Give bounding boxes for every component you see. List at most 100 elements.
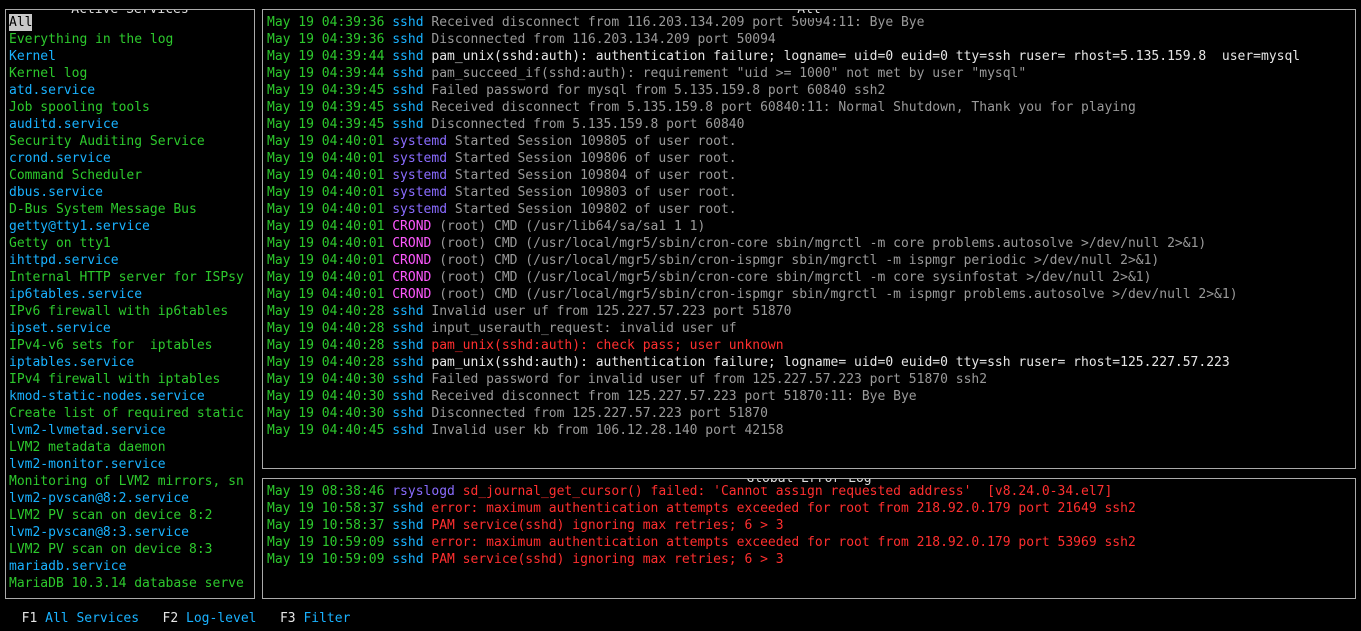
log-unit: systemd — [392, 185, 447, 200]
service-name-selected[interactable]: All — [9, 14, 32, 31]
service-name[interactable]: auditd.service — [9, 117, 119, 132]
log-line: May 19 04:39:44 sshd pam_unix(sshd:auth)… — [267, 48, 1351, 65]
service-item[interactable]: kmod-static-nodes.service — [9, 388, 251, 405]
all-log-panel[interactable]: All May 19 04:39:36 sshd Received discon… — [262, 9, 1356, 469]
service-item[interactable]: getty@tty1.service — [9, 218, 251, 235]
log-unit: sshd — [392, 518, 423, 533]
log-message: error: maximum authentication attempts e… — [431, 501, 1135, 516]
log-line: May 19 04:39:45 sshd Failed password for… — [267, 82, 1351, 99]
service-desc: IPv6 firewall with ip6tables — [9, 303, 251, 320]
service-item[interactable]: lvm2-lvmetad.service — [9, 422, 251, 439]
log-unit: sshd — [392, 552, 423, 567]
log-timestamp: May 19 04:40:28 — [267, 355, 384, 370]
log-line: May 19 04:40:01 CROND (root) CMD (/usr/l… — [267, 269, 1351, 286]
service-item[interactable]: ip6tables.service — [9, 286, 251, 303]
service-desc: LVM2 PV scan on device 8:2 — [9, 507, 251, 524]
log-line: May 19 04:40:01 systemd Started Session … — [267, 133, 1351, 150]
log-unit: CROND — [392, 253, 431, 268]
log-message: (root) CMD (/usr/local/mgr5/sbin/cron-is… — [439, 253, 1159, 268]
service-item[interactable]: lvm2-monitor.service — [9, 456, 251, 473]
log-message: Failed password for mysql from 5.135.159… — [431, 83, 885, 98]
log-unit: sshd — [392, 389, 423, 404]
f3-key: F3 — [280, 611, 296, 626]
log-timestamp: May 19 04:40:01 — [267, 202, 384, 217]
log-message: (root) CMD (/usr/local/mgr5/sbin/cron-co… — [439, 270, 1151, 285]
service-name[interactable]: iptables.service — [9, 355, 134, 370]
log-message: pam_succeed_if(sshd:auth): requirement "… — [431, 66, 1026, 81]
service-desc: IPv4 firewall with iptables — [9, 371, 251, 388]
log-unit: sshd — [392, 32, 423, 47]
log-timestamp: May 19 04:39:44 — [267, 66, 384, 81]
log-line: May 19 04:40:30 sshd Failed password for… — [267, 371, 1351, 388]
log-line: May 19 04:40:01 systemd Started Session … — [267, 201, 1351, 218]
service-item[interactable]: Kernel — [9, 48, 251, 65]
log-line: May 19 04:40:01 systemd Started Session … — [267, 184, 1351, 201]
log-message: error: maximum authentication attempts e… — [431, 535, 1135, 550]
error-log-panel[interactable]: Global Error Log May 19 08:38:46 rsyslog… — [262, 478, 1356, 599]
log-unit: sshd — [392, 66, 423, 81]
service-item[interactable]: iptables.service — [9, 354, 251, 371]
service-desc: LVM2 metadata daemon — [9, 439, 251, 456]
log-unit: CROND — [392, 219, 431, 234]
service-name[interactable]: lvm2-lvmetad.service — [9, 423, 166, 438]
log-timestamp: May 19 04:39:36 — [267, 15, 384, 30]
log-timestamp: May 19 04:40:30 — [267, 406, 384, 421]
log-timestamp: May 19 04:40:01 — [267, 151, 384, 166]
service-name[interactable]: ihttpd.service — [9, 253, 119, 268]
log-unit: systemd — [392, 202, 447, 217]
service-name[interactable]: atd.service — [9, 83, 95, 98]
service-desc: Command Scheduler — [9, 167, 251, 184]
service-name[interactable]: ip6tables.service — [9, 287, 142, 302]
log-unit: sshd — [392, 100, 423, 115]
service-item[interactable]: lvm2-pvscan@8:3.service — [9, 524, 251, 541]
service-name[interactable]: kmod-static-nodes.service — [9, 389, 205, 404]
f1-action[interactable]: All Services — [45, 611, 139, 626]
service-item[interactable]: dbus.service — [9, 184, 251, 201]
service-item[interactable]: lvm2-pvscan@8:2.service — [9, 490, 251, 507]
log-unit: sshd — [392, 117, 423, 132]
service-name[interactable]: lvm2-pvscan@8:3.service — [9, 525, 189, 540]
service-name[interactable]: mariadb.service — [9, 559, 126, 574]
service-desc: D-Bus System Message Bus — [9, 201, 251, 218]
log-timestamp: May 19 04:40:28 — [267, 338, 384, 353]
service-name[interactable]: crond.service — [9, 151, 111, 166]
service-name[interactable]: lvm2-monitor.service — [9, 457, 166, 472]
log-message: Invalid user uf from 125.227.57.223 port… — [431, 304, 791, 319]
log-message: Started Session 109802 of user root. — [455, 202, 737, 217]
log-line: May 19 04:40:28 sshd input_userauth_requ… — [267, 320, 1351, 337]
service-item[interactable]: crond.service — [9, 150, 251, 167]
service-item[interactable]: auditd.service — [9, 116, 251, 133]
log-timestamp: May 19 04:40:30 — [267, 389, 384, 404]
log-timestamp: May 19 10:58:37 — [267, 501, 384, 516]
f2-action[interactable]: Log-level — [186, 611, 256, 626]
service-item[interactable]: atd.service — [9, 82, 251, 99]
footer-bar: F1 All Services F2 Log-level F3 Filter — [6, 593, 350, 627]
f1-key: F1 — [22, 611, 38, 626]
log-timestamp: May 19 10:59:09 — [267, 535, 384, 550]
active-services-panel[interactable]: Active Services AllEverything in the log… — [5, 9, 255, 599]
service-name[interactable]: lvm2-pvscan@8:2.service — [9, 491, 189, 506]
log-message: (root) CMD (/usr/lib64/sa/sa1 1 1) — [439, 219, 705, 234]
log-timestamp: May 19 04:40:01 — [267, 134, 384, 149]
f3-action[interactable]: Filter — [303, 611, 350, 626]
service-name[interactable]: ipset.service — [9, 321, 111, 336]
service-item[interactable]: mariadb.service — [9, 558, 251, 575]
services-list[interactable]: AllEverything in the logKernelKernel log… — [9, 14, 251, 592]
log-unit: CROND — [392, 236, 431, 251]
service-item[interactable]: ihttpd.service — [9, 252, 251, 269]
error-log-list: May 19 08:38:46 rsyslogd sd_journal_get_… — [267, 483, 1351, 568]
log-line: May 19 04:40:01 systemd Started Session … — [267, 150, 1351, 167]
log-line: May 19 04:40:28 sshd pam_unix(sshd:auth)… — [267, 337, 1351, 354]
log-line: May 19 04:40:01 CROND (root) CMD (/usr/l… — [267, 252, 1351, 269]
log-timestamp: May 19 04:39:45 — [267, 100, 384, 115]
service-item[interactable]: ipset.service — [9, 320, 251, 337]
log-message: Disconnected from 5.135.159.8 port 60840 — [431, 117, 744, 132]
service-name[interactable]: Kernel — [9, 49, 56, 64]
service-name[interactable]: getty@tty1.service — [9, 219, 150, 234]
log-timestamp: May 19 10:59:09 — [267, 552, 384, 567]
service-name[interactable]: dbus.service — [9, 185, 103, 200]
log-message: Started Session 109803 of user root. — [455, 185, 737, 200]
log-timestamp: May 19 04:40:01 — [267, 168, 384, 183]
log-line: May 19 04:39:44 sshd pam_succeed_if(sshd… — [267, 65, 1351, 82]
service-desc: MariaDB 10.3.14 database serve — [9, 575, 251, 592]
